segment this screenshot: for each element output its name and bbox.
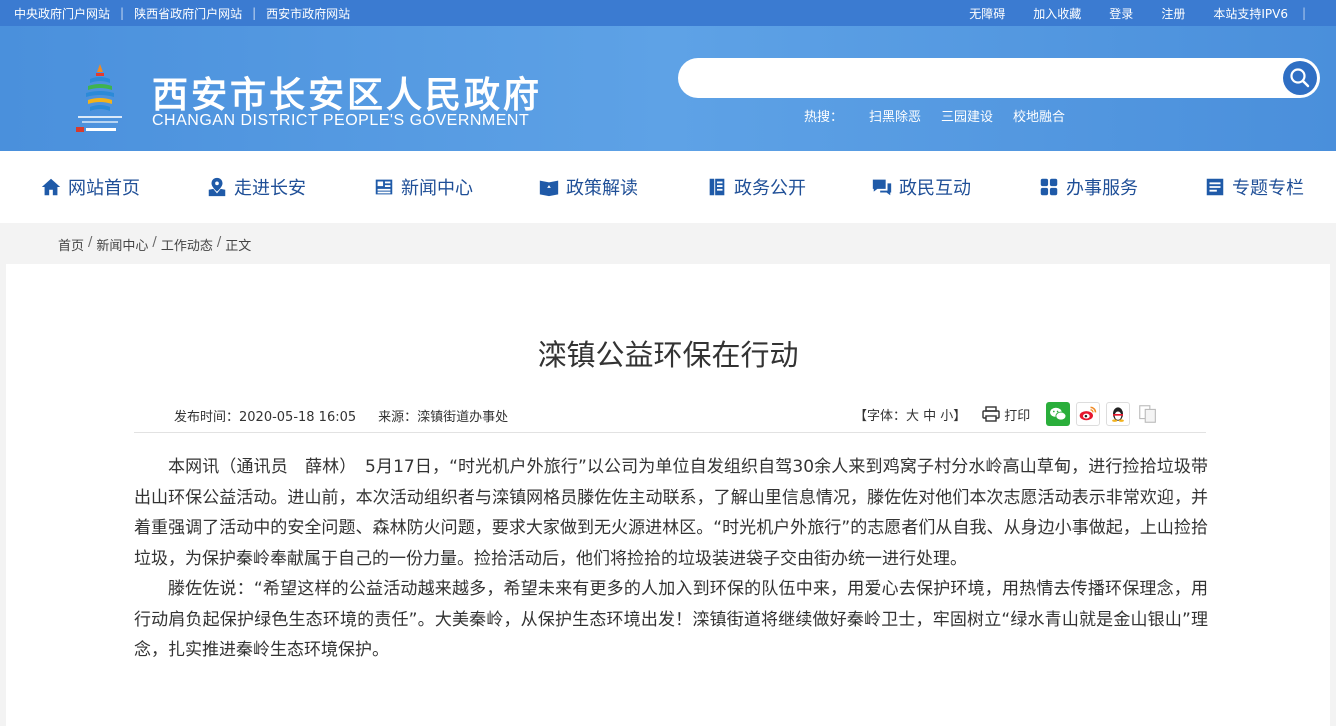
wechat-icon <box>1050 407 1067 421</box>
publish-time: 发布时间：2020-05-18 16:05 <box>174 410 357 425</box>
link-shaanxi-gov[interactable]: 陕西省政府门户网站 <box>134 5 242 22</box>
nav-label: 专题专栏 <box>1232 178 1304 199</box>
nav-label: 政务公开 <box>734 178 806 199</box>
nav-label: 网站首页 <box>68 178 140 199</box>
map-icon <box>208 177 226 197</box>
print-label: 打印 <box>1004 408 1031 424</box>
article-source: 来源：滦镇街道办事处 <box>378 410 509 425</box>
qq-icon <box>1112 407 1125 422</box>
search-icon <box>1290 68 1310 88</box>
article-paragraph: 本网讯（通讯员 薛林） 5月17日，“时光机户外旅行”以公司为单位自发组织自驾3… <box>134 457 1208 569</box>
breadcrumb-news[interactable]: 新闻中心 <box>96 235 148 254</box>
nav-label: 办事服务 <box>1066 178 1138 199</box>
link-xian-gov[interactable]: 西安市政府网站 <box>266 5 350 22</box>
nav-item-interaction[interactable]: 政民互动 <box>871 151 971 223</box>
article-tools: 【字体：大 中 小】 打印 <box>854 402 1160 426</box>
separator: / <box>216 235 222 250</box>
breadcrumb-current: 正文 <box>225 239 252 254</box>
nav-item-services[interactable]: 办事服务 <box>1038 151 1138 223</box>
search-button[interactable] <box>1283 61 1317 95</box>
top-bar: 中央政府门户网站 | 陕西省政府门户网站 | 西安市政府网站 无障碍 加入收藏 … <box>0 0 1336 26</box>
nav-item-news[interactable]: 新闻中心 <box>373 151 473 223</box>
separator: / <box>88 235 93 250</box>
share-qq-button[interactable] <box>1106 402 1131 426</box>
top-links-right: 无障碍 加入收藏 登录 注册 本站支持IPV6 | <box>969 0 1306 26</box>
separator: | <box>1301 6 1306 20</box>
article-paragraph: 滕佐佐说：“希望这样的公益活动越来越多，希望未来有更多的人加入到环保的队伍中来，… <box>134 579 1208 660</box>
article-body: 本网讯（通讯员 薛林） 5月17日，“时光机户外旅行”以公司为单位自发组织自驾3… <box>134 452 1208 666</box>
register-link[interactable]: 注册 <box>1161 5 1185 22</box>
nav-label: 政策解读 <box>566 178 638 199</box>
ipv6-link[interactable]: 本站支持IPV6 <box>1213 5 1288 22</box>
divider <box>134 432 1206 433</box>
share-weibo-button[interactable] <box>1076 402 1101 426</box>
favorite-link[interactable]: 加入收藏 <box>1033 5 1081 22</box>
separator: | <box>120 6 125 20</box>
breadcrumb: 首页 / 新闻中心 / 工作动态 / 正文 <box>58 235 251 254</box>
copy-icon <box>1139 405 1157 423</box>
breadcrumb-work-news[interactable]: 工作动态 <box>161 235 213 254</box>
article-title: 滦镇公益环保在行动 <box>537 338 799 372</box>
hot-search-label: 热搜： <box>804 110 844 125</box>
grid-icon <box>1040 178 1058 196</box>
share-wechat-button[interactable] <box>1046 402 1071 426</box>
nav-item-topics[interactable]: 专题专栏 <box>1204 151 1304 223</box>
top-links-left: 中央政府门户网站 | 陕西省政府门户网站 | 西安市政府网站 <box>14 0 350 26</box>
accessibility-link[interactable]: 无障碍 <box>969 5 1005 22</box>
main-nav: 网站首页 走进长安 新闻中心 政策解读 政务公开 政民互动 办事服务 专题专栏 <box>0 151 1336 223</box>
hot-search-item[interactable]: 校地融合 <box>1013 106 1065 125</box>
nav-item-home[interactable]: 网站首页 <box>40 151 140 223</box>
separator: / <box>152 235 157 250</box>
site-logo-icon[interactable] <box>72 62 128 134</box>
hot-search: 热搜： 扫黑除恶 三园建设 校地融合 <box>804 106 1085 125</box>
book-icon <box>539 180 559 197</box>
printer-icon <box>982 406 1000 422</box>
font-size-switch[interactable]: 【字体：大 中 小】 <box>854 405 966 424</box>
breadcrumb-home[interactable]: 首页 <box>58 235 84 254</box>
nav-label: 走进长安 <box>234 178 306 199</box>
search-box <box>678 58 1320 98</box>
site-header: 西安市长安区人民政府 CHANGAN DISTRICT PEOPLE'S GOV… <box>0 26 1336 151</box>
print-button[interactable]: 打印 <box>982 405 1030 424</box>
list-icon <box>1206 178 1224 196</box>
chat-icon <box>872 179 892 196</box>
nav-label: 新闻中心 <box>401 178 473 199</box>
weibo-icon <box>1079 406 1097 421</box>
search-input[interactable] <box>696 66 1276 90</box>
hot-search-item[interactable]: 三园建设 <box>941 106 993 125</box>
news-icon <box>375 179 393 195</box>
home-icon <box>41 178 61 196</box>
article-meta: 发布时间：2020-05-18 16:05 来源：滦镇街道办事处 <box>174 406 508 425</box>
login-link[interactable]: 登录 <box>1109 5 1133 22</box>
site-title: 西安市长安区人民政府 <box>152 75 543 116</box>
article-panel: 滦镇公益环保在行动 发布时间：2020-05-18 16:05 来源：滦镇街道办… <box>6 264 1330 726</box>
nav-item-about[interactable]: 走进长安 <box>206 151 306 223</box>
link-central-gov[interactable]: 中央政府门户网站 <box>14 5 110 22</box>
site-subtitle: CHANGAN DISTRICT PEOPLE'S GOVERNMENT <box>152 112 530 129</box>
nav-item-affairs[interactable]: 政务公开 <box>706 151 806 223</box>
nav-item-policy[interactable]: 政策解读 <box>538 151 638 223</box>
document-icon <box>709 178 725 196</box>
separator: | <box>252 6 257 20</box>
nav-label: 政民互动 <box>899 178 971 199</box>
copy-link-button[interactable] <box>1136 402 1160 426</box>
hot-search-item[interactable]: 扫黑除恶 <box>869 106 921 125</box>
